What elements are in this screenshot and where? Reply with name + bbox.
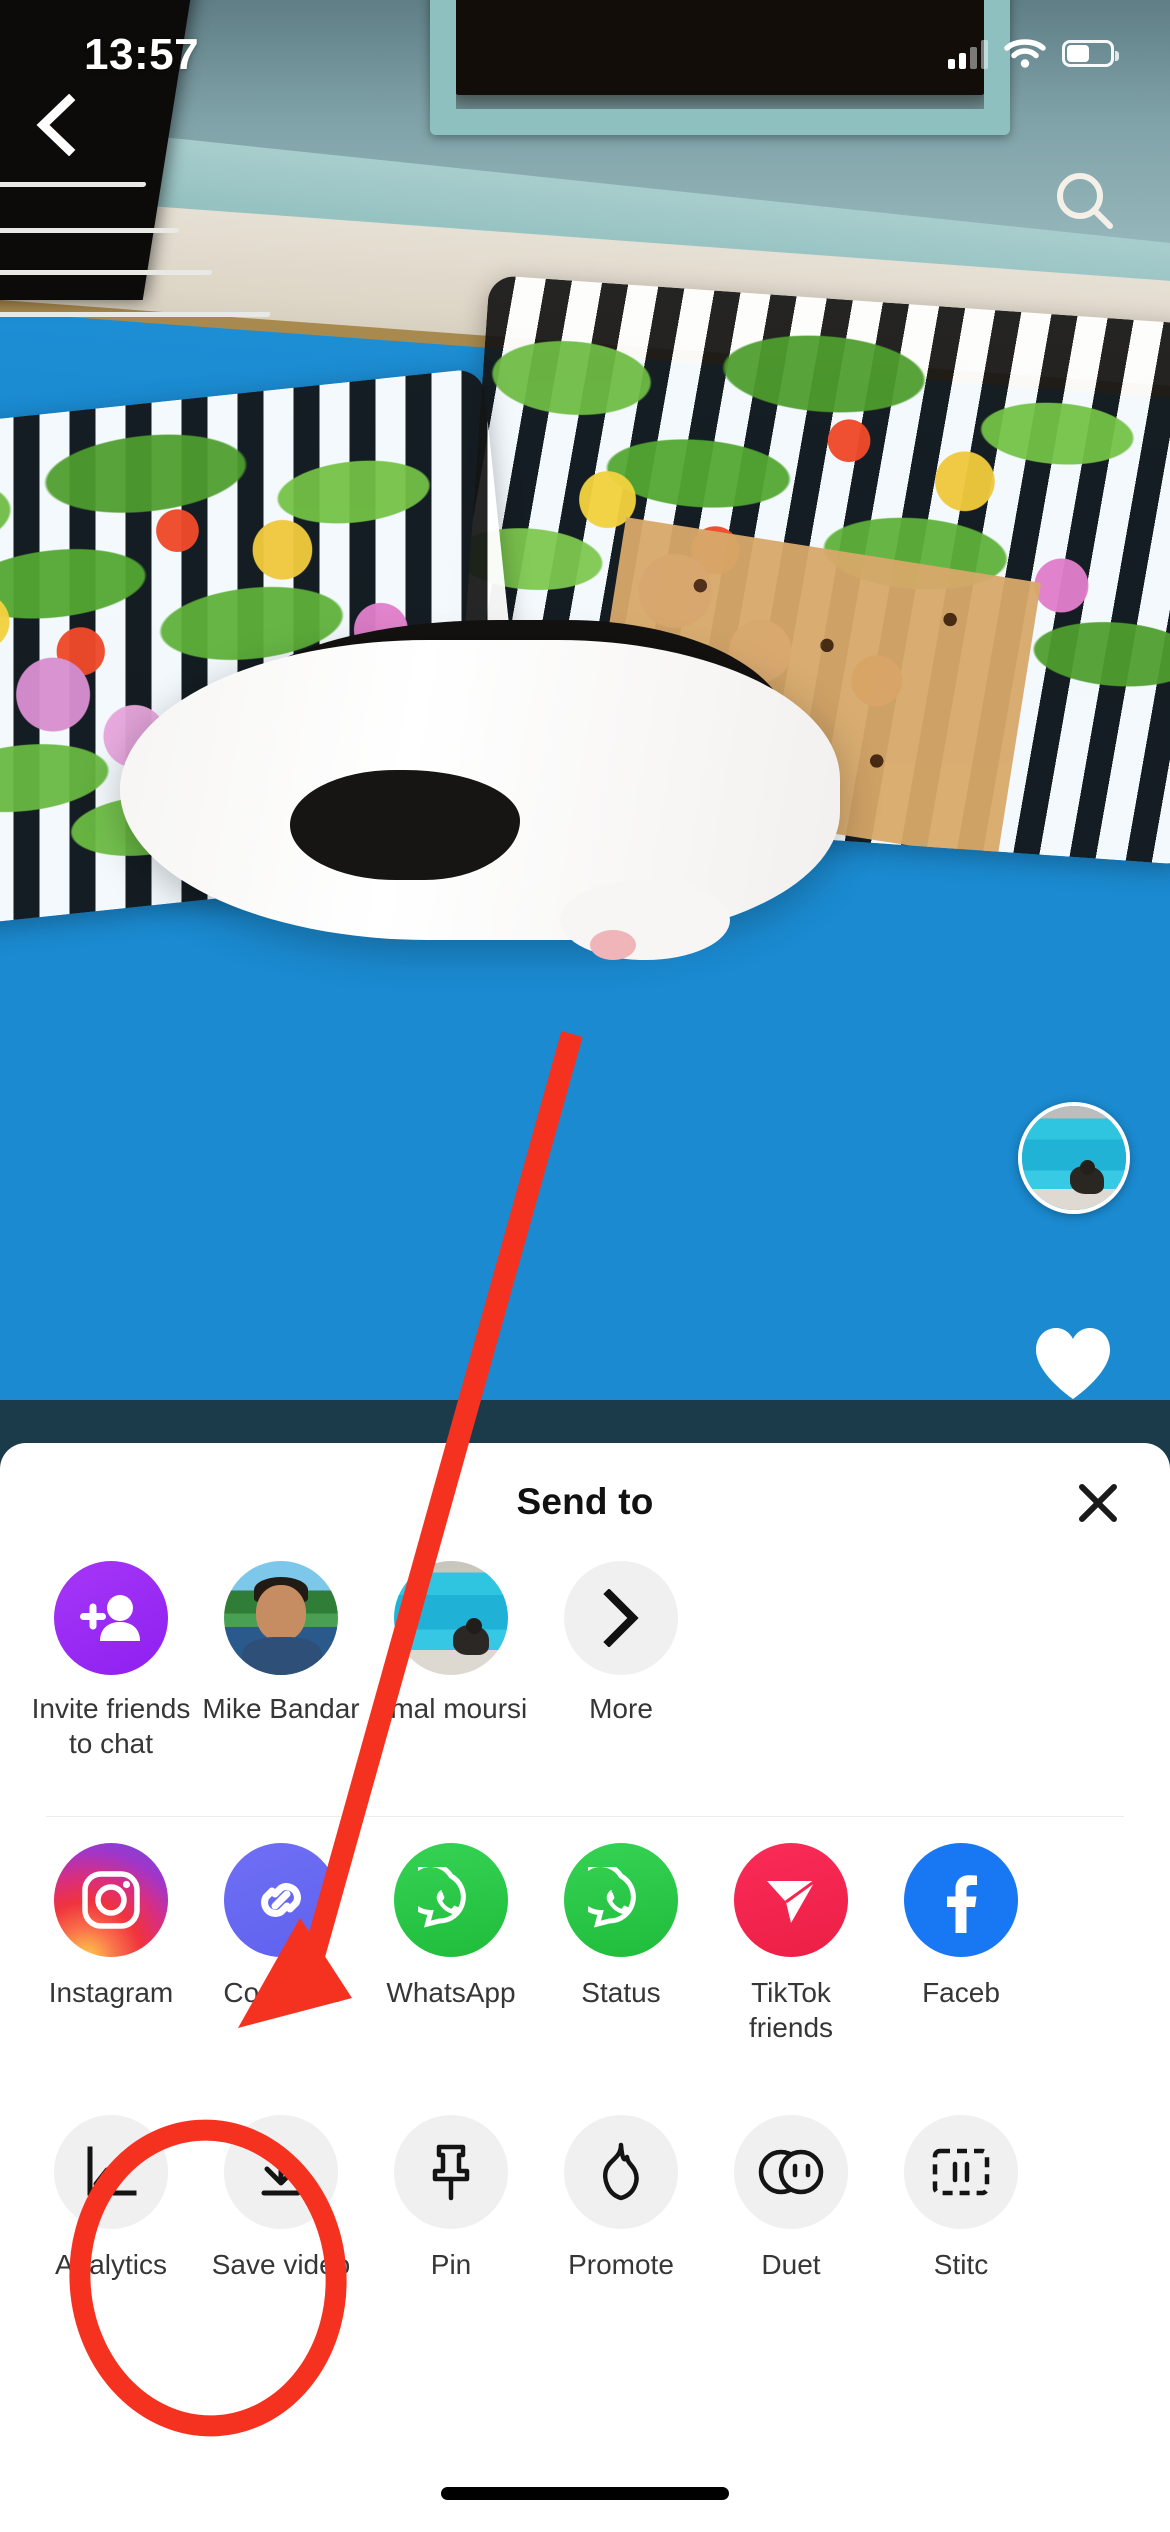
share-target-amal-moursi[interactable]: amal moursi (366, 1561, 536, 1726)
pushpin-icon (394, 2115, 508, 2229)
contact-avatar (394, 1561, 508, 1675)
action-save-video[interactable]: Save video (196, 2115, 366, 2282)
action-label: Pin (430, 2249, 472, 2280)
share-target-label: Mike Bandar (202, 1693, 360, 1724)
share-target-label: Invite friends to chat (31, 1693, 191, 1760)
action-label: Analytics (54, 2249, 168, 2280)
search-button[interactable] (1050, 166, 1122, 238)
action-label: Duet (761, 2249, 821, 2280)
facebook-icon (904, 1843, 1018, 1957)
contacts-row: Invite friends to chat Mike Bandar amal … (0, 1561, 1170, 1816)
share-sheet-header: Send to (0, 1443, 1170, 1561)
share-app-label: Faceb (922, 1977, 1000, 2008)
share-app-facebook[interactable]: Faceb (876, 1843, 1046, 2010)
share-sheet: Send to Invite friends to chat Mike Band… (0, 1443, 1170, 2532)
whatsapp-icon (394, 1843, 508, 1957)
action-label: Stitc (933, 2249, 989, 2280)
video-scene-cat-paw (560, 880, 730, 960)
action-analytics[interactable]: Analytics (26, 2115, 196, 2282)
actions-row: Analytics Save video Pin Promote Duet St… (0, 2089, 1170, 2389)
like-button[interactable] (1030, 1322, 1116, 1408)
share-target-label: amal moursi (374, 1693, 528, 1724)
share-target-label: More (589, 1693, 653, 1724)
line-chart-icon (54, 2115, 168, 2229)
heart-icon (1036, 1328, 1110, 1399)
share-target-invite-friends[interactable]: Invite friends to chat (26, 1561, 196, 1762)
share-app-instagram[interactable]: Instagram (26, 1843, 196, 2010)
share-target-more[interactable]: More (536, 1561, 706, 1726)
sheet-title: Send to (516, 1481, 654, 1522)
close-button[interactable] (1062, 1467, 1134, 1539)
share-app-copy-link[interactable]: Copy link (196, 1843, 366, 2010)
chevron-right-icon (564, 1561, 678, 1675)
video-scene-cat-nose (590, 930, 636, 960)
apps-row: Instagram Copy link WhatsApp Status TikT… (0, 1817, 1170, 2089)
video-scene-cat-patch (290, 770, 520, 880)
add-person-icon (54, 1561, 168, 1675)
action-pin[interactable]: Pin (366, 2115, 536, 2282)
share-app-label: Status (581, 1977, 661, 2008)
action-duet[interactable]: Duet (706, 2115, 876, 2282)
share-app-label: Instagram (48, 1977, 174, 2008)
download-icon (224, 2115, 338, 2229)
video-scene-window-frame (430, 0, 1010, 135)
send-plane-icon (734, 1843, 848, 1957)
share-app-whatsapp[interactable]: WhatsApp (366, 1843, 536, 2010)
share-target-mike-bandar[interactable]: Mike Bandar (196, 1561, 366, 1726)
phone-screen: 13:57 Send to Invite friends to chat Mik… (0, 0, 1170, 2532)
close-icon (1079, 1484, 1117, 1522)
chevron-left-icon (36, 94, 76, 156)
share-app-label: WhatsApp (386, 1977, 516, 2008)
share-app-status[interactable]: Status (536, 1843, 706, 2010)
contact-avatar (224, 1561, 338, 1675)
profile-avatar[interactable] (1018, 1102, 1130, 1214)
search-icon (1057, 173, 1113, 229)
link-icon (224, 1843, 338, 1957)
action-promote[interactable]: Promote (536, 2115, 706, 2282)
share-app-label: Copy link (223, 1977, 339, 2008)
action-label: Promote (568, 2249, 674, 2280)
home-indicator (441, 2487, 729, 2500)
instagram-icon (54, 1843, 168, 1957)
action-label: Save video (211, 2249, 351, 2280)
stitch-icon (904, 2115, 1018, 2229)
flame-icon (564, 2115, 678, 2229)
share-app-label: TikTok friends (748, 1977, 834, 2044)
duet-circles-icon (734, 2115, 848, 2229)
whatsapp-status-icon (564, 1843, 678, 1957)
share-app-tiktok-friends[interactable]: TikTok friends (706, 1843, 876, 2046)
action-stitch[interactable]: Stitc (876, 2115, 1046, 2282)
back-button[interactable] (18, 88, 92, 162)
